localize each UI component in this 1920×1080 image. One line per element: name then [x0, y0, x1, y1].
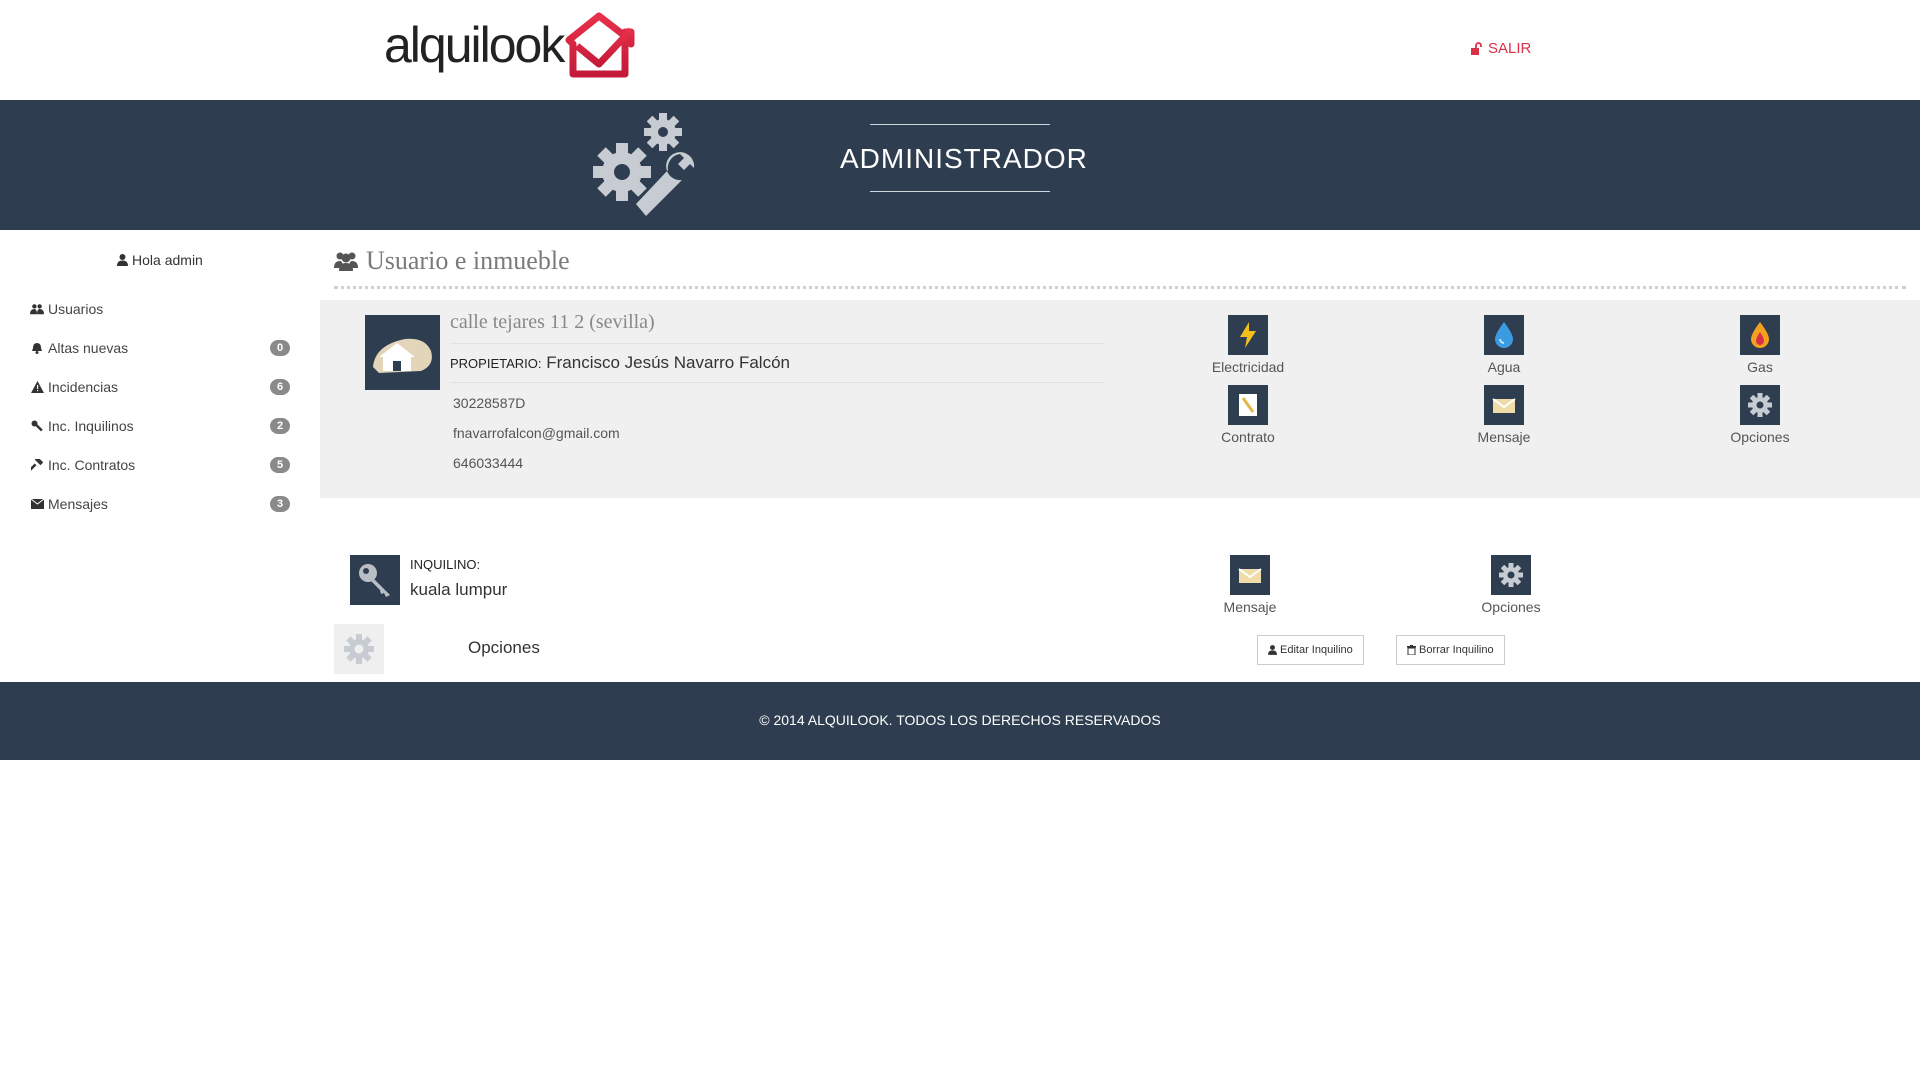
warning-icon [30, 381, 44, 393]
sidebar-item-label: Mensajes [48, 496, 108, 512]
admin-banner: ADMINISTRADOR [0, 100, 1920, 230]
key-icon [359, 564, 390, 597]
divider [450, 343, 1105, 344]
alquilook-logo[interactable]: alquilook [384, 8, 635, 82]
count-badge: 2 [270, 418, 290, 434]
unlock-icon [1471, 41, 1482, 55]
logo-text: alquilook [384, 17, 565, 73]
envelope-icon [30, 499, 44, 509]
sidebar-item-label: Inc. Inquilinos [48, 418, 134, 434]
edit-tenant-button[interactable]: Editar Inquilino [1257, 635, 1364, 665]
service-agua[interactable]: Agua [1444, 315, 1564, 375]
count-badge: 0 [270, 340, 290, 356]
tenant-image [350, 555, 400, 605]
service-gas[interactable]: Gas [1700, 315, 1820, 375]
gear-icon [1740, 385, 1780, 425]
house-envelope-logo-icon [565, 12, 635, 78]
user-icon [1268, 645, 1277, 655]
tenant-name: kuala lumpur [410, 580, 508, 599]
logout-label: SALIR [1488, 40, 1532, 57]
owner-email: fnavarrofalcon@gmail.com [453, 425, 620, 441]
flame-icon [1740, 315, 1780, 355]
owner-label: PROPIETARIO: [450, 356, 542, 371]
footer: © 2014 ALQUILOOK. TODOS LOS DERECHOS RES… [0, 682, 1920, 760]
bell-icon [30, 342, 44, 354]
wrench-icon [30, 420, 44, 432]
service-contrato[interactable]: Contrato [1188, 385, 1308, 445]
trash-icon [1407, 645, 1416, 655]
delete-tenant-button[interactable]: Borrar Inquilino [1396, 635, 1505, 665]
divider [450, 382, 1105, 383]
sidebar-item-mensajes[interactable]: Mensajes 3 [30, 493, 290, 515]
sidebar-item-altas-nuevas[interactable]: Altas nuevas 0 [30, 337, 290, 359]
sidebar-item-label: Altas nuevas [48, 340, 129, 356]
tenant-action-label: Mensaje [1223, 599, 1277, 615]
options-label: Opciones [468, 638, 540, 657]
sidebar-item-inc-inquilinos[interactable]: Inc. Inquilinos 2 [30, 415, 290, 437]
owner-phone: 646033444 [453, 455, 524, 471]
owner-name: Francisco Jesús Navarro Falcón [546, 353, 790, 372]
service-label: Electricidad [1211, 359, 1285, 375]
page-title: ADMINISTRADOR [840, 143, 1088, 174]
tenant-label: INQUILINO: [410, 557, 481, 572]
service-mensaje[interactable]: Mensaje [1444, 385, 1564, 445]
sidebar-item-incidencias[interactable]: Incidencias 6 [30, 376, 290, 398]
service-label: Gas [1747, 359, 1773, 375]
lightning-icon [1228, 315, 1268, 355]
service-label: Mensaje [1477, 429, 1531, 445]
logout-link[interactable]: SALIR [1470, 40, 1531, 57]
tenant-action-label: Opciones [1481, 599, 1541, 615]
user-icon [117, 254, 129, 266]
envelope-icon [1230, 555, 1270, 595]
contract-icon [1228, 385, 1268, 425]
banner-title-block: ADMINISTRADOR [840, 124, 1088, 192]
property-image [365, 315, 440, 390]
service-opciones[interactable]: Opciones [1700, 385, 1820, 445]
greeting: Hola admin [0, 252, 320, 268]
section-title: Usuario e inmueble [334, 246, 570, 276]
house-hand-icon [373, 338, 432, 373]
service-label: Opciones [1730, 429, 1790, 445]
sidebar-item-label: Inc. Contratos [48, 457, 136, 473]
edit-tenant-label: Editar Inquilino [1280, 644, 1353, 656]
service-label: Contrato [1221, 429, 1275, 445]
count-badge: 3 [270, 496, 290, 512]
owner-line: PROPIETARIO: Francisco Jesús Navarro Fal… [450, 353, 790, 373]
gears-wrench-icon [593, 113, 695, 216]
top-header: alquilook SALIR [0, 0, 1920, 100]
delete-tenant-label: Borrar Inquilino [1419, 644, 1494, 656]
count-badge: 6 [270, 379, 290, 395]
options-gear-icon[interactable] [334, 624, 384, 674]
sidebar-item-inc-contratos[interactable]: Inc. Contratos 5 [30, 454, 290, 476]
service-electricidad[interactable]: Electricidad [1188, 315, 1308, 375]
section-title-text: Usuario e inmueble [366, 246, 570, 275]
property-address: calle tejares 11 2 (sevilla) [450, 311, 655, 333]
owner-dni: 30228587D [453, 395, 526, 411]
sidebar-item-label: Usuarios [48, 301, 104, 317]
service-label: Agua [1487, 359, 1521, 375]
section-divider [334, 286, 1906, 289]
users-icon [334, 252, 358, 271]
users-icon [30, 303, 44, 315]
sidebar-item-label: Incidencias [48, 379, 119, 395]
water-drop-icon [1484, 315, 1524, 355]
copyright-text: © 2014 ALQUILOOK. TODOS LOS DERECHOS RES… [759, 712, 1161, 728]
gear-icon [1491, 555, 1531, 595]
tenant-opciones[interactable]: Opciones [1451, 555, 1571, 615]
tenant-mensaje[interactable]: Mensaje [1190, 555, 1310, 615]
hammer-icon [30, 459, 44, 471]
greeting-text: Hola admin [132, 252, 203, 268]
count-badge: 5 [270, 457, 290, 473]
banner-divider-bottom [870, 191, 1050, 192]
envelope-icon [1484, 385, 1524, 425]
sidebar-item-usuarios[interactable]: Usuarios [30, 298, 290, 320]
